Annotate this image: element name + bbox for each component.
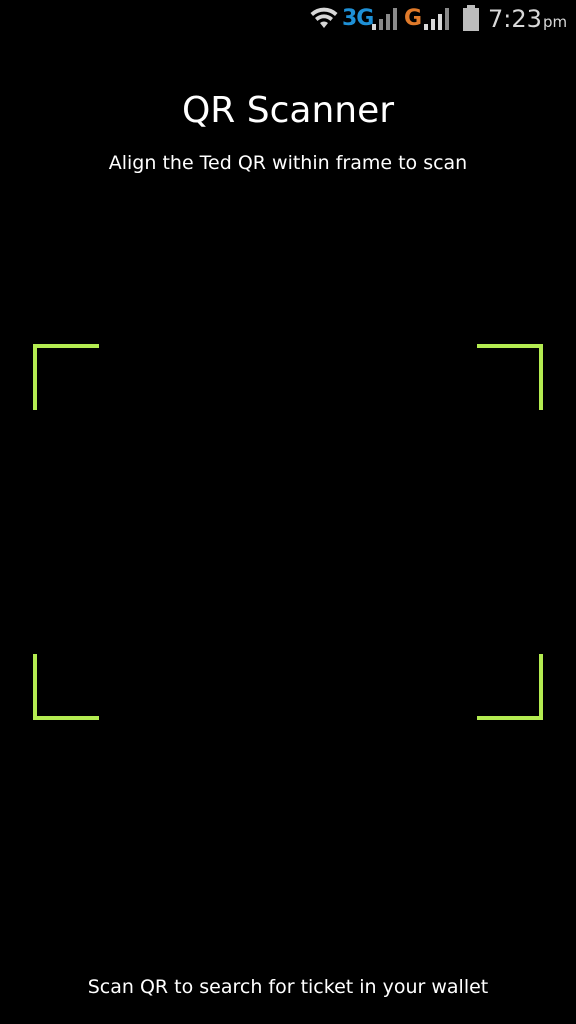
frame-corner-top-right — [477, 344, 543, 410]
clock-ampm: pm — [543, 13, 568, 31]
signal-icon — [372, 8, 397, 30]
scan-hint: Scan QR to search for ticket in your wal… — [87, 976, 489, 998]
network-g-label: G — [404, 6, 423, 31]
wifi-icon — [310, 7, 338, 28]
scan-instruction: Align the Ted QR within frame to scan — [108, 152, 468, 174]
status-bar: 3G G 7:23 pm — [0, 0, 576, 38]
page-title: QR Scanner — [181, 90, 395, 131]
scanner-viewfinder — [33, 344, 543, 720]
clock-time: 7:23 — [488, 5, 542, 33]
frame-corner-bottom-right — [477, 654, 543, 720]
frame-corner-top-left — [33, 344, 99, 410]
qr-scanner-screen: 3G G 7:23 pm QR Scanner Align the Ted QR… — [0, 0, 576, 1024]
battery-icon — [463, 5, 479, 31]
network-3g-label: 3G — [342, 6, 374, 31]
signal-icon — [424, 8, 449, 30]
frame-corner-bottom-left — [33, 654, 99, 720]
